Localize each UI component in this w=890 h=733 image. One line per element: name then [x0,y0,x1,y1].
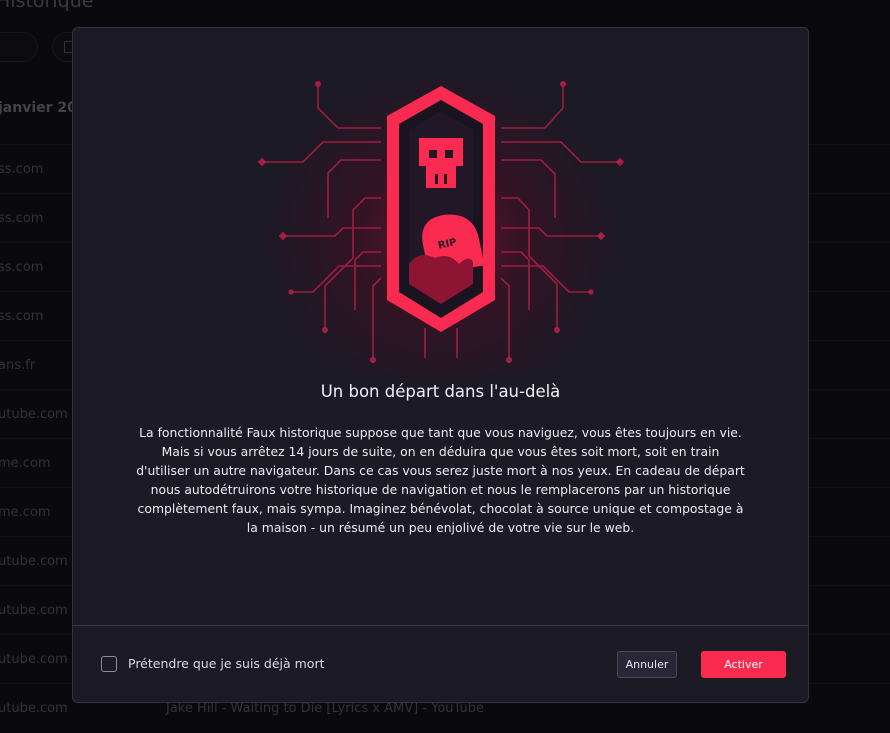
dialog-footer: Prétendre que je suis déjà mort Annuler … [73,625,808,702]
dialog-body: La fonctionnalité Faux historique suppos… [136,425,745,535]
afterlife-illustration: RIP [257,81,625,363]
pretend-dead-checkbox[interactable] [101,656,117,672]
cancel-button[interactable]: Annuler [617,651,677,678]
pretend-dead-label[interactable]: Prétendre que je suis déjà mort [128,656,325,671]
fake-history-dialog: RIP Un bon départ dans l'au-delà La fonc… [72,27,809,703]
dialog-illustration: RIP [73,28,808,378]
activate-button[interactable]: Activer [701,651,786,678]
dialog-title: Un bon départ dans l'au-delà [320,382,561,401]
